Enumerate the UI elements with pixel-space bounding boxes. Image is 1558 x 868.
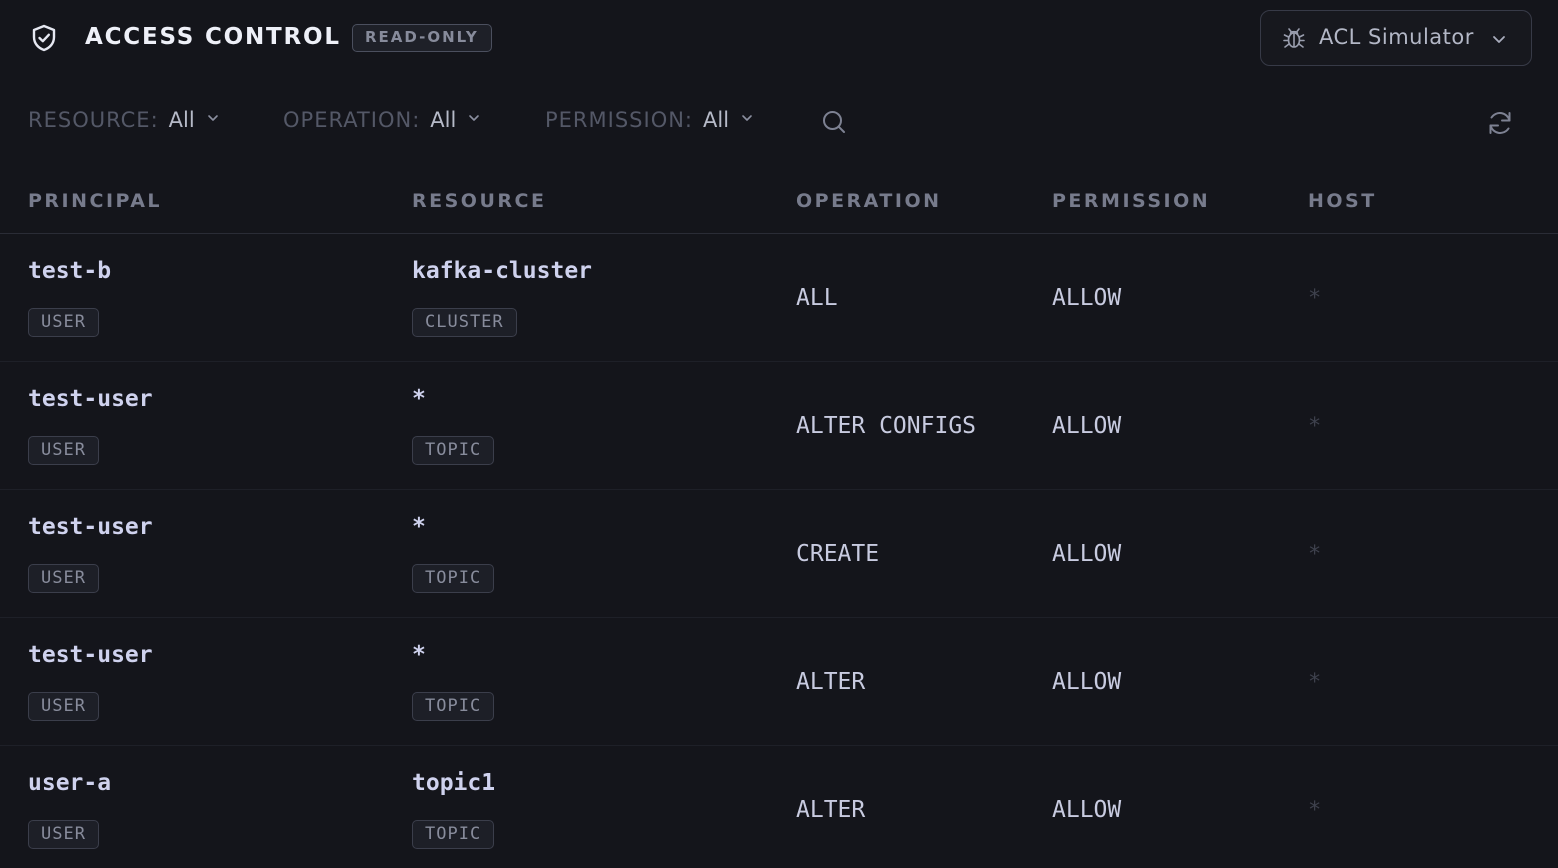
permission-value: ALLOW bbox=[1052, 413, 1122, 439]
operation-value: CREATE bbox=[796, 541, 880, 567]
principal-type-tag: USER bbox=[28, 436, 99, 465]
shield-check-icon bbox=[32, 24, 56, 52]
table-header: PRINCIPAL RESOURCE OPERATION PERMISSION … bbox=[0, 172, 1558, 234]
chevron-down-icon bbox=[742, 115, 752, 121]
resource-name: * bbox=[412, 386, 426, 412]
resource-name: topic1 bbox=[412, 770, 496, 796]
bug-icon bbox=[1283, 28, 1305, 48]
principal-type-tag: USER bbox=[28, 308, 99, 337]
search-icon[interactable] bbox=[820, 108, 848, 136]
resource-type-tag: TOPIC bbox=[412, 692, 495, 721]
principal-name: test-user bbox=[28, 514, 153, 540]
resource-name: kafka-cluster bbox=[412, 258, 593, 284]
permission-filter-value: All bbox=[703, 108, 730, 132]
resource-type-tag: TOPIC bbox=[412, 436, 495, 465]
host-value: * bbox=[1308, 542, 1322, 567]
operation-filter-label: OPERATION: bbox=[283, 108, 421, 132]
table-row[interactable]: test-user USER * TOPIC ALTER ALLOW * bbox=[0, 618, 1558, 746]
resource-type-tag: TOPIC bbox=[412, 820, 495, 849]
permission-value: ALLOW bbox=[1052, 669, 1122, 695]
resource-filter[interactable]: RESOURCE: All bbox=[28, 108, 221, 138]
acl-simulator-label: ACL Simulator bbox=[1319, 25, 1474, 49]
column-permission: PERMISSION bbox=[1052, 190, 1211, 212]
resource-name: * bbox=[412, 514, 426, 540]
resource-filter-value: All bbox=[168, 108, 195, 132]
filter-bar: RESOURCE: All OPERATION: All PERMISSION: Al… bbox=[0, 96, 1558, 148]
permission-value: ALLOW bbox=[1052, 797, 1122, 823]
principal-name: test-user bbox=[28, 386, 153, 412]
chevron-down-icon bbox=[469, 115, 480, 121]
table-row[interactable]: test-user USER * TOPIC CREATE ALLOW * bbox=[0, 490, 1558, 618]
host-value: * bbox=[1308, 670, 1322, 695]
page-header: ACCESS CONTROL READ-ONLY ACL Simulator bbox=[0, 0, 1558, 78]
table-row[interactable]: user-a USER topic1 TOPIC ALTER ALLOW * bbox=[0, 746, 1558, 868]
operation-filter-value: All bbox=[430, 108, 457, 132]
read-only-badge: READ-ONLY bbox=[352, 24, 492, 52]
principal-name: test-b bbox=[28, 258, 112, 284]
resource-type-tag: TOPIC bbox=[412, 564, 495, 593]
operation-value: ALTER bbox=[796, 797, 866, 823]
column-operation: OPERATION bbox=[796, 190, 942, 212]
permission-value: ALLOW bbox=[1052, 541, 1122, 567]
resource-filter-label: RESOURCE: bbox=[28, 108, 159, 132]
acl-simulator-button[interactable]: ACL Simulator bbox=[1260, 10, 1532, 66]
permission-filter-label: PERMISSION: bbox=[545, 108, 694, 132]
refresh-icon[interactable] bbox=[1485, 108, 1515, 138]
permission-value: ALLOW bbox=[1052, 285, 1122, 311]
chevron-down-icon bbox=[207, 115, 218, 121]
principal-type-tag: USER bbox=[28, 692, 99, 721]
permission-filter[interactable]: PERMISSION: All bbox=[545, 108, 755, 138]
page-title: ACCESS CONTROL bbox=[85, 24, 341, 50]
operation-value: ALTER CONFIGS bbox=[796, 413, 977, 439]
resource-type-tag: CLUSTER bbox=[412, 308, 517, 337]
operation-value: ALL bbox=[796, 285, 838, 311]
table-row[interactable]: test-b USER kafka-cluster CLUSTER ALL AL… bbox=[0, 234, 1558, 362]
column-principal: PRINCIPAL bbox=[28, 190, 163, 212]
host-value: * bbox=[1308, 414, 1322, 439]
principal-name: user-a bbox=[28, 770, 112, 796]
host-value: * bbox=[1308, 798, 1322, 823]
table-row[interactable]: test-user USER * TOPIC ALTER CONFIGS ALL… bbox=[0, 362, 1558, 490]
column-host: HOST bbox=[1308, 190, 1377, 212]
column-resource: RESOURCE bbox=[412, 190, 547, 212]
resource-name: * bbox=[412, 642, 426, 668]
operation-filter[interactable]: OPERATION: All bbox=[283, 108, 482, 138]
principal-name: test-user bbox=[28, 642, 153, 668]
principal-type-tag: USER bbox=[28, 564, 99, 593]
operation-value: ALTER bbox=[796, 669, 866, 695]
principal-type-tag: USER bbox=[28, 820, 99, 849]
chevron-down-icon bbox=[1493, 36, 1505, 43]
host-value: * bbox=[1308, 286, 1322, 311]
